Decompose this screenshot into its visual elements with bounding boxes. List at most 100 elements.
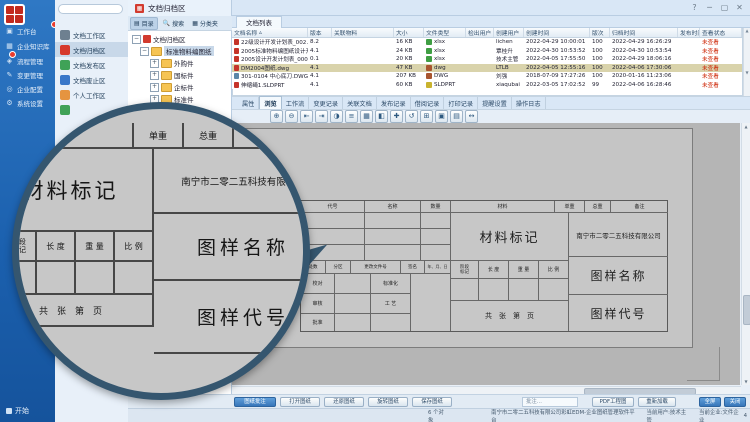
- sheet-corner-line: [719, 347, 720, 381]
- sidebar-item-workbench[interactable]: ▣ 工作台: [0, 24, 55, 38]
- zoom-window-icon[interactable]: ⊞: [420, 110, 433, 123]
- col-header[interactable]: 版本: [308, 28, 332, 37]
- tab-reminder-settings[interactable]: 提醒设置: [478, 97, 512, 109]
- catalog-icon: ▤: [134, 20, 140, 27]
- image-icon[interactable]: ▦: [360, 110, 373, 123]
- tab-publish-records[interactable]: 发布记录: [377, 97, 411, 109]
- move-icon[interactable]: ✚: [390, 110, 403, 123]
- zoom-in-icon[interactable]: ⊕: [270, 110, 283, 123]
- tab-related-docs[interactable]: 关联文档: [343, 97, 377, 109]
- rotate-icon[interactable]: ↺: [405, 110, 418, 123]
- col-header[interactable]: 文档名称 ▵: [232, 28, 308, 37]
- compare-icon[interactable]: ◧: [375, 110, 388, 123]
- scroll-thumb[interactable]: [743, 295, 750, 325]
- help-button[interactable]: ?: [688, 2, 701, 13]
- open-drawing-button[interactable]: 打开图纸: [280, 397, 320, 407]
- tab-category[interactable]: ▦分类夹: [189, 18, 221, 29]
- col-header[interactable]: 创建用户: [494, 28, 524, 37]
- col-header[interactable]: 关联物料: [332, 28, 394, 37]
- rev-col: 签名: [401, 261, 425, 274]
- viewer-toolbar: ⊕ ⊖ ⇤ ⇥ ◑ ≡ ▦ ◧ ✚ ↺ ⊞ ▣ ▤ ↔: [232, 109, 750, 123]
- workspace-item-workzone[interactable]: 文档工作区: [55, 27, 128, 42]
- dim-scale: 比 例: [539, 261, 569, 279]
- zoom-next-icon[interactable]: ⇥: [315, 110, 328, 123]
- drawing-code: 图样代号: [569, 295, 668, 331]
- sidebar-item-process[interactable]: ◈ 流程管理: [0, 54, 55, 68]
- tab-doc-list[interactable]: 文档列表: [236, 16, 282, 28]
- annotation-input[interactable]: 批注...: [522, 397, 578, 407]
- reload-button[interactable]: 重新加载: [638, 397, 676, 407]
- tab-borrow-records[interactable]: 借阅记录: [411, 97, 445, 109]
- col-header[interactable]: 检出用户: [466, 28, 494, 37]
- close-viewer-button[interactable]: 关闭: [724, 397, 746, 407]
- tree-node-child[interactable]: + 国标件: [150, 70, 194, 80]
- tab-browse[interactable]: 浏览: [259, 96, 281, 109]
- col-header[interactable]: 大小: [394, 28, 424, 37]
- tab-search[interactable]: 🔍搜索: [160, 18, 188, 29]
- view-status: 未查看: [700, 47, 742, 55]
- layers-icon[interactable]: ≡: [345, 110, 358, 123]
- table-row[interactable]: 伸缩绳1.SLDPRT 4.1 60 KB SLDPRT xiaqubai 20…: [232, 81, 742, 90]
- maximize-button[interactable]: ▢: [718, 2, 731, 13]
- tab-print-records[interactable]: 打印记录: [444, 97, 478, 109]
- col-header[interactable]: 文件类型: [424, 28, 466, 37]
- save-drawing-button[interactable]: 保存图纸: [412, 397, 452, 407]
- table-row[interactable]: 22级设计开发计划表_002.xlsx 8.2 16 KB xlsx liche…: [232, 38, 742, 47]
- close-button[interactable]: ✕: [733, 2, 746, 13]
- start-icon: [6, 408, 12, 414]
- grid-icon[interactable]: ▤: [450, 110, 463, 123]
- tree-node-child[interactable]: + 外购件: [150, 58, 194, 68]
- tab-catalog[interactable]: ▤目录: [130, 17, 158, 30]
- mag-dim-length: 长 度: [37, 232, 76, 262]
- fullscreen-button[interactable]: 全屏: [699, 397, 721, 407]
- expand-icon[interactable]: +: [150, 59, 159, 68]
- pdf-drawing-button[interactable]: PDF工程图: [592, 397, 634, 407]
- tab-workflow[interactable]: 工作流: [282, 97, 310, 109]
- table-scrollbar[interactable]: ▲▼: [743, 28, 750, 96]
- tab-operation-log[interactable]: 操作日志: [512, 97, 546, 109]
- table-row-selected[interactable]: DM2004图纸.dwg 4.1 47 KB dwg LTLB 2022-04-…: [232, 64, 742, 73]
- sidebar-item-config[interactable]: ◎ 企业配置: [0, 82, 55, 96]
- workspace-item-publish[interactable]: 文档发布区: [55, 57, 128, 72]
- collapse-icon[interactable]: −: [140, 47, 149, 56]
- col-header[interactable]: 归档时间: [610, 28, 678, 37]
- tree-node-selected[interactable]: − 标准物料编图纸: [140, 46, 214, 56]
- col-header[interactable]: 创建时间: [524, 28, 590, 37]
- sidebar-item-settings[interactable]: ⚙ 系统设置: [0, 96, 55, 110]
- annotate-button[interactable]: 图纸批注: [234, 397, 276, 407]
- col-header[interactable]: 查看状态: [700, 28, 742, 37]
- viewer-hscrollbar[interactable]: [232, 386, 741, 394]
- restore-drawing-button[interactable]: 还原图纸: [324, 397, 364, 407]
- expand-icon[interactable]: +: [150, 83, 159, 92]
- table-row[interactable]: 301-0104 中心底刀.DWG 4.1 207 KB DWG 刘强 2018…: [232, 72, 742, 81]
- start-button[interactable]: 开始: [0, 404, 55, 418]
- workspace-item-archive[interactable]: 文档归档区: [55, 42, 128, 57]
- zoom-prev-icon[interactable]: ⇤: [300, 110, 313, 123]
- preview-icon[interactable]: ▣: [435, 110, 448, 123]
- sidebar-item-change[interactable]: ✎ 变更管理: [0, 68, 55, 82]
- table-row[interactable]: 2005标准物料编图纸设计开发… 4.1 24 KB xlsx 覃桂升 2022…: [232, 47, 742, 56]
- brightness-icon[interactable]: ◑: [330, 110, 343, 123]
- tab-change-records[interactable]: 变更记录: [309, 97, 343, 109]
- tree-node-root[interactable]: − 文档归档区: [132, 34, 186, 44]
- config-icon: ◎: [5, 85, 14, 94]
- viewer-vscrollbar[interactable]: ▲ ▼: [741, 123, 750, 385]
- tree-node-child[interactable]: + 企标件: [150, 82, 194, 92]
- primary-tab-archive[interactable]: ▦ 文档归档区: [128, 0, 232, 16]
- col-header[interactable]: 发布时间: [678, 28, 700, 37]
- col-header[interactable]: 版次: [590, 28, 610, 37]
- expand-icon[interactable]: +: [150, 71, 159, 80]
- collapse-icon[interactable]: −: [132, 35, 141, 44]
- workspace-search-input[interactable]: [58, 4, 123, 14]
- tab-properties[interactable]: 属性: [238, 97, 259, 109]
- fit-width-icon[interactable]: ↔: [465, 110, 478, 123]
- workspace-item-obsolete[interactable]: 文档废止区: [55, 72, 128, 87]
- view-status: 未查看: [700, 38, 742, 46]
- table-row[interactable]: 2005设计开发计划表_000001… 0.1 20 KB xlsx 技术主管 …: [232, 55, 742, 64]
- workspace-item-personal[interactable]: 个人工作区: [55, 87, 128, 102]
- zoom-out-icon[interactable]: ⊖: [285, 110, 298, 123]
- sidebar-item-knowledge[interactable]: ▦ 企业知识库: [0, 39, 55, 53]
- minimize-button[interactable]: ─: [703, 2, 716, 13]
- app-logo: [4, 4, 25, 25]
- rotate-drawing-button[interactable]: 旋转图纸: [368, 397, 408, 407]
